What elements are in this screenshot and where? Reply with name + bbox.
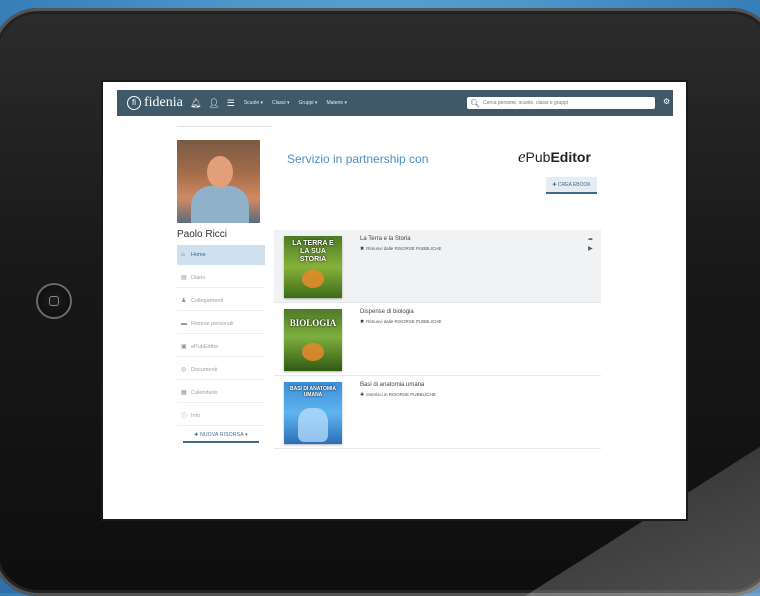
top-navbar: fi fidenia 🔔︎ 👤︎ ☰ Scuole ▾ Classi ▾ Gru… <box>117 90 673 116</box>
sidebar-item-info[interactable]: ⓘ Info <box>177 406 265 426</box>
info-icon: ⓘ <box>181 414 188 420</box>
list-item[interactable]: BIOLOGIA Dispense di biologia ✖ Rimuovi d… <box>274 303 601 376</box>
sidebar-item-collegamenti[interactable]: ♟ Collegamenti <box>177 291 265 311</box>
sidebar-item-label: Collegamenti <box>191 297 224 304</box>
user-icon[interactable]: 👤︎ <box>208 98 219 109</box>
sidebar-item-label: Documenti <box>191 366 218 373</box>
avatar[interactable] <box>177 140 260 223</box>
search-input[interactable] <box>480 98 655 108</box>
sidebar-item-label: Calendario <box>191 389 218 396</box>
book-cover[interactable]: BIOLOGIA <box>284 309 342 371</box>
logo-mark-icon: fi <box>127 96 141 110</box>
play-icon[interactable]: ▶ <box>588 245 593 254</box>
folder-icon: ▬ <box>181 320 187 327</box>
nav-menu-gruppi[interactable]: Gruppi ▾ <box>299 100 318 106</box>
nav-menu-scuole[interactable]: Scuole ▾ <box>244 100 263 106</box>
search-box: 🔍︎ <box>467 97 655 109</box>
public-toggle-link[interactable]: ✖ Rimuovi dalle RISORSE PUBBLICHE <box>360 246 441 252</box>
sidebar-item-home[interactable]: ⌂ Home <box>177 245 265 265</box>
add-icon: ✚ <box>360 392 365 398</box>
nav-menu-classi[interactable]: Classi ▾ <box>272 100 290 106</box>
new-resource-button[interactable]: ✚ NUOVA RISORSA ▾ <box>183 432 259 443</box>
book-cover[interactable]: BASI DI ANATOMIA UMANA <box>284 382 342 444</box>
share-icon[interactable]: ➦ <box>588 236 593 245</box>
bell-icon[interactable]: 🔔︎ <box>190 98 201 109</box>
create-ebook-button[interactable]: ✚ CREA EBOOK <box>546 177 597 194</box>
user-icon: ♟ <box>181 298 187 304</box>
sidebar-item-label: Risorse personali <box>191 320 234 327</box>
gear-icon[interactable]: ⚙ <box>663 97 670 106</box>
profile-name[interactable]: Paolo Ricci <box>177 229 267 240</box>
partner-title: Servizio in partnership con <box>287 152 429 166</box>
remove-icon: ✖ <box>360 319 365 325</box>
brand-logo[interactable]: fi fidenia <box>127 95 183 111</box>
sidebar-item-documenti[interactable]: ◎ Documenti <box>177 360 265 380</box>
search-icon[interactable]: 🔍︎ <box>470 99 480 108</box>
sidebar-item-epubeditor[interactable]: ▣ ePubEditor <box>177 337 265 357</box>
file-icon: ▣ <box>181 344 187 350</box>
book-title[interactable]: Dispense di biologia <box>360 309 414 315</box>
app-screen: fi fidenia 🔔︎ 👤︎ ☰ Scuole ▾ Classi ▾ Gru… <box>103 82 686 519</box>
home-button[interactable] <box>36 283 72 319</box>
list-item[interactable]: LA TERRA E LA SUA STORIA La Terra e la S… <box>274 230 601 303</box>
book-title[interactable]: Basi di anatomia umana <box>360 382 424 388</box>
sidebar-item-label: Info <box>191 412 201 419</box>
nav-menu-materie[interactable]: Materie ▾ <box>326 100 347 106</box>
divider <box>177 126 272 127</box>
book-title[interactable]: La Terra e la Storia <box>360 236 411 242</box>
home-icon: ⌂ <box>181 252 185 258</box>
row-actions: ➦ ▶ <box>588 236 593 254</box>
list-item[interactable]: BASI DI ANATOMIA UMANA Basi di anatomia … <box>274 376 601 449</box>
calendar-icon: ▦ <box>181 390 187 396</box>
book-icon: ▤ <box>181 275 187 281</box>
remove-icon: ✖ <box>360 246 365 252</box>
public-toggle-link[interactable]: ✖ Rimuovi dalle RISORSE PUBBLICHE <box>360 319 441 325</box>
epubeditor-logo[interactable]: ePubEditor <box>518 147 591 167</box>
sidebar-item-label: ePubEditor <box>191 343 219 350</box>
menu-icon[interactable]: ☰ <box>227 98 235 109</box>
book-list: LA TERRA E LA SUA STORIA La Terra e la S… <box>274 230 601 449</box>
sidebar-item-calendario[interactable]: ▦ Calendario <box>177 383 265 403</box>
book-cover[interactable]: LA TERRA E LA SUA STORIA <box>284 236 342 298</box>
sidebar-item-label: Home <box>191 252 206 258</box>
sidebar-item-label: Diario <box>191 274 206 281</box>
sidebar-item-diario[interactable]: ▤ Diario <box>177 268 265 288</box>
document-icon: ◎ <box>181 367 187 373</box>
brand-name: fidenia <box>144 95 183 110</box>
sidebar-item-risorse[interactable]: ▬ Risorse personali <box>177 314 265 334</box>
public-toggle-link[interactable]: ✚ Inserisci in RISORSE PUBBLICHE <box>360 392 436 398</box>
sidebar: Paolo Ricci ⌂ Home ▤ Diario ♟ Collegamen… <box>177 140 267 443</box>
